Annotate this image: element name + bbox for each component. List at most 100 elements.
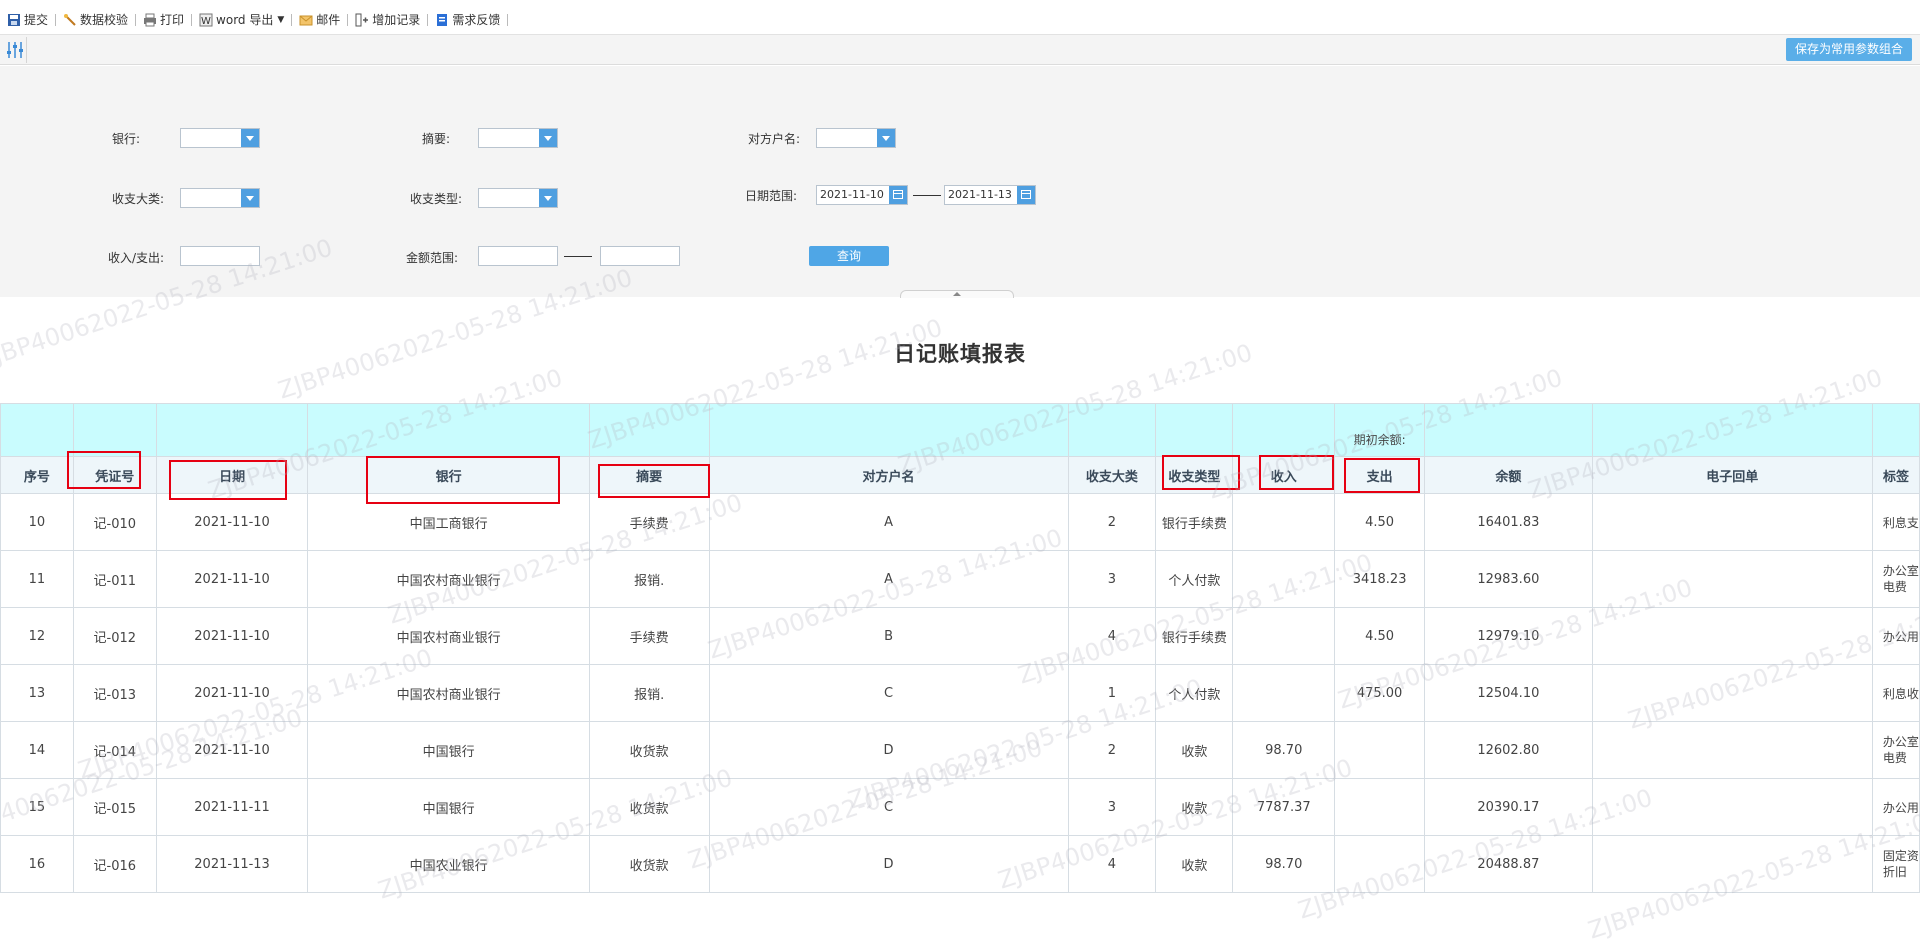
- table-cell: 2021-11-13: [155, 835, 309, 893]
- table-cell: 2: [1067, 493, 1157, 551]
- mail-button[interactable]: 邮件: [294, 11, 345, 28]
- table-cell: 2: [1067, 721, 1157, 779]
- add-record-button[interactable]: 增加记录: [350, 11, 425, 28]
- table-cell: [1232, 550, 1336, 608]
- clipboard-icon: [437, 13, 448, 26]
- header-band-cell: [307, 403, 590, 457]
- table-cell: 收货款: [588, 721, 710, 779]
- table-cell: 固定资 折旧: [1871, 835, 1920, 893]
- printer-icon: [144, 13, 157, 26]
- bank-select[interactable]: [180, 128, 260, 148]
- table-row[interactable]: 14 记-014 2021-11-10 中国银行 收货款 D 2 收款 98.70 12602.8…: [0, 721, 1920, 779]
- table-row[interactable]: 11 记-011 2021-11-10 中国农村商业银行 报销. A 3 个人付款 3418.2…: [0, 550, 1920, 608]
- collapse-toggle[interactable]: [900, 290, 1014, 298]
- table-row[interactable]: 10 记-010 2021-11-10 中国工商银行 手续费 A 2 银行手续费 4.50 164…: [0, 493, 1920, 551]
- table-cell: 记-012: [72, 607, 157, 665]
- table-cell: 利息收: [1871, 664, 1920, 722]
- category-select[interactable]: [180, 188, 260, 208]
- amount-min-input[interactable]: [478, 246, 558, 266]
- table-row[interactable]: 12 记-012 2021-11-10 中国农村商业银行 手续费 B 4 银行手续费 4.50 1…: [0, 607, 1920, 665]
- amount-max-input[interactable]: [600, 246, 680, 266]
- counterparty-select[interactable]: [816, 128, 896, 148]
- table-cell: [1334, 835, 1426, 893]
- table-cell: A: [708, 493, 1069, 551]
- save-params-button[interactable]: 保存为常用参数组合: [1785, 38, 1912, 61]
- column-header[interactable]: 凭证号: [72, 456, 157, 494]
- table-cell: 银行手续费: [1155, 493, 1234, 551]
- table-cell: 记-010: [72, 493, 157, 551]
- column-header[interactable]: 支出: [1334, 456, 1426, 494]
- column-header[interactable]: 序号: [0, 456, 74, 494]
- mail-icon: [299, 15, 313, 25]
- table-cell: [1591, 778, 1873, 836]
- date-range-label: 日期范围:: [745, 189, 798, 203]
- header-band-cell: [1067, 403, 1157, 457]
- column-header[interactable]: 收入: [1232, 456, 1336, 494]
- summary-label: 摘要:: [422, 132, 451, 146]
- header-band-cell: [1871, 403, 1920, 457]
- table-cell: 3418.23: [1334, 550, 1426, 608]
- data-validate-button[interactable]: 数据校验: [58, 11, 133, 28]
- table-cell: 手续费: [588, 493, 710, 551]
- toolbar-separator: [191, 13, 193, 26]
- chevron-down-icon[interactable]: [539, 129, 557, 147]
- summary-select[interactable]: [478, 128, 558, 148]
- column-header[interactable]: 电子回单: [1591, 456, 1873, 494]
- table-cell: 98.70: [1232, 721, 1336, 779]
- date-to-value: 2021-11-13: [948, 188, 1012, 201]
- inout-input[interactable]: [180, 246, 260, 266]
- sliders-icon[interactable]: [6, 40, 24, 60]
- table-row[interactable]: 16 记-016 2021-11-13 中国农业银行 收货款 D 4 收款 98.70 20488…: [0, 835, 1920, 893]
- date-from-input[interactable]: 2021-11-10: [816, 185, 908, 205]
- type-select[interactable]: [478, 188, 558, 208]
- word-export-button[interactable]: W word 导出 ▼: [194, 11, 289, 28]
- date-to-input[interactable]: 2021-11-13: [944, 185, 1036, 205]
- column-header[interactable]: 收支类型: [1155, 456, 1234, 494]
- table-cell: 记-013: [72, 664, 157, 722]
- table-cell: 利息支: [1871, 493, 1920, 551]
- column-header[interactable]: 对方户名: [708, 456, 1069, 494]
- date-from-value: 2021-11-10: [820, 188, 884, 201]
- amount-range-label: 金额范围:: [406, 251, 459, 265]
- table-cell: [1232, 493, 1336, 551]
- table-row[interactable]: 13 记-013 2021-11-10 中国农村商业银行 报销. C 1 个人付款 475.00…: [0, 664, 1920, 722]
- column-header[interactable]: 日期: [155, 456, 309, 494]
- column-header[interactable]: 余额: [1424, 456, 1593, 494]
- column-header[interactable]: 标签: [1871, 456, 1920, 494]
- table-cell: D: [708, 721, 1069, 779]
- table-cell: 办公用: [1871, 778, 1920, 836]
- chevron-down-icon[interactable]: [241, 189, 259, 207]
- header-band-cell: 期初余额:: [1334, 403, 1426, 457]
- table-cell: 98.70: [1232, 835, 1336, 893]
- table-cell: 16401.83: [1424, 493, 1593, 551]
- header-band-cell: [155, 403, 309, 457]
- table-cell: 4.50: [1334, 607, 1426, 665]
- chevron-down-icon[interactable]: [539, 189, 557, 207]
- table-row[interactable]: 15 记-015 2021-11-11 中国银行 收货款 C 3 收款 7787.37 20390…: [0, 778, 1920, 836]
- table-cell: 个人付款: [1155, 664, 1234, 722]
- column-header[interactable]: 银行: [307, 456, 590, 494]
- add-record-icon: [355, 13, 369, 26]
- journal-table: 期初余额: 序号 凭证号 日期 银行 摘要 对方户名 收支大类 收支类型 收入 支出 余额 电子回单 标签…: [0, 403, 1920, 893]
- calendar-icon[interactable]: [1017, 186, 1035, 204]
- feedback-button[interactable]: 需求反馈: [430, 11, 505, 28]
- submit-button[interactable]: 提交: [2, 11, 53, 28]
- toolbar-separator: [291, 13, 293, 26]
- header-band-cell: [1591, 403, 1873, 457]
- table-cell: 20390.17: [1424, 778, 1593, 836]
- table-cell: 银行手续费: [1155, 607, 1234, 665]
- query-button[interactable]: 查询: [809, 246, 889, 266]
- column-header[interactable]: 摘要: [588, 456, 710, 494]
- table-cell: [1334, 721, 1426, 779]
- table-cell: 中国农村商业银行: [307, 607, 590, 665]
- counterparty-label: 对方户名:: [748, 132, 801, 146]
- chevron-down-icon[interactable]: [241, 129, 259, 147]
- print-button[interactable]: 打印: [138, 11, 189, 28]
- chevron-down-icon[interactable]: [877, 129, 895, 147]
- table-cell: 办公室 电费: [1871, 550, 1920, 608]
- table-cell: 办公室 电费: [1871, 721, 1920, 779]
- calendar-icon[interactable]: [889, 186, 907, 204]
- column-header[interactable]: 收支大类: [1067, 456, 1157, 494]
- table-cell: 12602.80: [1424, 721, 1593, 779]
- table-cell: 手续费: [588, 607, 710, 665]
